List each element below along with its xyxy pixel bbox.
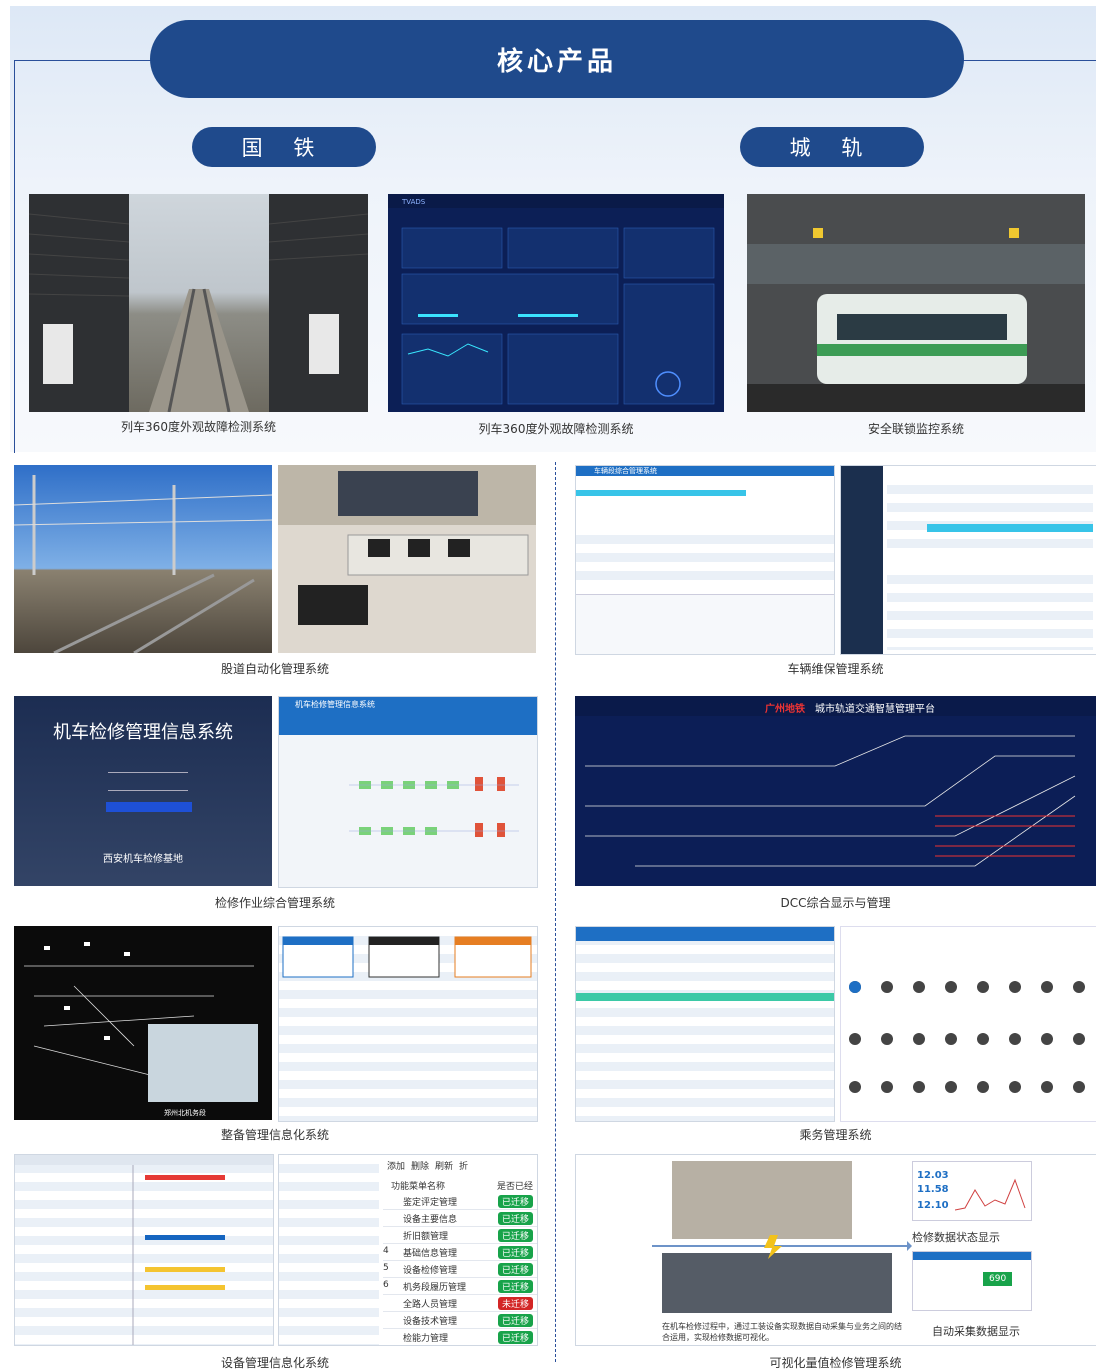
status-display-label: 检修数据状态显示 — [912, 1231, 1000, 1244]
menu-row-name: 折旧额管理 — [403, 1232, 449, 1242]
center-dashed-divider — [555, 462, 556, 1362]
add-button[interactable]: 添加 — [387, 1159, 405, 1172]
menu-row-name: 检能力管理 — [403, 1334, 449, 1344]
svg-text:TVADS: TVADS — [401, 198, 426, 206]
login-title: 机车检修管理信息系统 — [53, 722, 233, 743]
menu-row-name: 基础信息管理 — [403, 1249, 458, 1259]
right-caption-2: DCC综合显示与管理 — [780, 896, 891, 910]
base-name: 西安机车检修基地 — [103, 854, 183, 865]
menu-status-header: 是否已经 — [497, 1182, 534, 1192]
menu-row-name: 设备主要信息 — [403, 1215, 458, 1225]
menu-row-name: 机务段履历管理 — [403, 1283, 467, 1293]
equipment-menu-screen: 添加 删除 刷新 折 功能菜单名称 是否已经 鉴定评定管理 已迁移 设备主要信息 已迁… — [278, 1154, 538, 1346]
reading-3: 12.10 — [917, 1200, 949, 1211]
platform-title: 城市轨道交通智慧管理平台 — [815, 704, 935, 715]
menu-row[interactable]: 全路人员管理 未迁移 — [383, 1295, 537, 1312]
vehicle-detail-screen — [840, 465, 1096, 655]
track-photo — [14, 465, 272, 653]
menu-row-number: 4 — [383, 1246, 389, 1256]
control-room-photo — [278, 465, 536, 653]
menu-row-name: 鉴定评定管理 — [403, 1198, 458, 1208]
menu-row[interactable]: 折旧额管理 已迁移 — [383, 1227, 537, 1244]
counter-value: 690 — [983, 1272, 1013, 1286]
crew-table-screen — [575, 926, 835, 1122]
password-field[interactable] — [108, 780, 188, 791]
right-caption-1: 车辆维保管理系统 — [787, 662, 884, 676]
collapse-button[interactable]: 折 — [459, 1159, 468, 1172]
delete-button[interactable]: 删除 — [411, 1159, 429, 1172]
menu-row-status: 已迁移 — [497, 1229, 533, 1242]
menu-row-status: 已迁移 — [497, 1212, 533, 1225]
fault-detection-dashboard: TVADS — [388, 194, 724, 412]
top-caption-2: 列车360度外观故障检测系统 — [478, 422, 634, 436]
left-caption-4: 设备管理信息化系统 — [220, 1356, 329, 1370]
national-railway-tab[interactable]: 国 铁 — [192, 127, 376, 167]
menu-row-status: 已迁移 — [497, 1280, 533, 1293]
dcc-screen: 广州地铁 城市轨道交通智慧管理平台 — [575, 696, 1096, 886]
menu-name-header: 功能菜单名称 — [391, 1182, 446, 1192]
menu-toolbar: 添加 删除 刷新 折 — [387, 1159, 468, 1172]
menu-row[interactable]: 设备主要信息 已迁移 — [383, 1210, 537, 1227]
equipment-tree-screen — [14, 1154, 274, 1346]
menu-row-status: 已迁移 — [497, 1331, 533, 1344]
left-caption-3: 整备管理信息化系统 — [220, 1128, 329, 1142]
left-caption-1: 股道自动化管理系统 — [220, 662, 329, 676]
login-button[interactable] — [106, 802, 192, 812]
menu-row-status: 未迁移 — [497, 1297, 533, 1310]
vehicle-app-title: 车辆段综合管理系统 — [594, 467, 657, 475]
auto-collect-label: 自动采集数据显示 — [932, 1325, 1020, 1338]
visual-repair-panel: 12.03 11.58 12.10 检修数据状态显示 690 在机车检修过程中，… — [575, 1154, 1096, 1346]
repair-app-screen: 机车检修管理信息系统 — [278, 696, 538, 888]
core-products-title: 核心产品 — [150, 20, 964, 98]
top-caption-3: 安全联锁监控系统 — [867, 422, 964, 436]
reading-2: 11.58 — [917, 1184, 949, 1195]
servicing-table-screen — [278, 926, 538, 1122]
yard-map-screen: 郑州北机务段 — [14, 926, 272, 1120]
menu-row-status: 已迁移 — [497, 1314, 533, 1327]
menu-row[interactable]: 6 机务段履历管理 已迁移 — [383, 1278, 537, 1295]
metro-brand: 广州地铁 — [765, 704, 805, 715]
right-caption-3: 乘务管理系统 — [799, 1128, 872, 1142]
menu-row[interactable]: 检能力管理 已迁移 — [383, 1329, 537, 1345]
depot-label: 郑州北机务段 — [164, 1109, 206, 1117]
menu-row[interactable]: 4 基础信息管理 已迁移 — [383, 1244, 537, 1261]
menu-row-status: 已迁移 — [497, 1195, 533, 1208]
urban-rail-tab[interactable]: 城 轨 — [740, 127, 924, 167]
menu-row[interactable]: 鉴定评定管理 已迁移 — [383, 1193, 537, 1210]
safety-interlock-photo — [747, 194, 1085, 412]
menu-row-status: 已迁移 — [497, 1246, 533, 1259]
top-caption-1: 列车360度外观故障检测系统 — [121, 420, 276, 434]
login-screen: 机车检修管理信息系统 西安机车检修基地 — [14, 696, 272, 886]
repair-app-title: 机车检修管理信息系统 — [295, 700, 375, 709]
menu-row[interactable]: 5 设备检修管理 已迁移 — [383, 1261, 537, 1278]
menu-row-name: 设备技术管理 — [403, 1317, 458, 1327]
right-caption-4: 可视化量值检修管理系统 — [769, 1356, 902, 1370]
menu-row-name: 设备检修管理 — [403, 1266, 458, 1276]
menu-row[interactable]: 设备技术管理 已迁移 — [383, 1312, 537, 1329]
inspection-pit-photo — [29, 194, 368, 412]
menu-rows: 鉴定评定管理 已迁移 设备主要信息 已迁移 折旧额管理 已迁移 4 基础信息管理 已迁移 5 设备检… — [383, 1193, 537, 1345]
crew-profile-screen — [840, 926, 1096, 1122]
left-caption-2: 检修作业综合管理系统 — [214, 896, 335, 910]
menu-row-name: 全路人员管理 — [403, 1300, 458, 1310]
reading-1: 12.03 — [917, 1170, 949, 1181]
menu-row-status: 已迁移 — [497, 1263, 533, 1276]
visual-description: 在机车检修过程中，通过工装设备实现数据自动采集与业务之间的结合运用，实现检修数据… — [662, 1322, 902, 1342]
menu-row-number: 5 — [383, 1263, 389, 1273]
vehicle-maintenance-screen: 车辆段综合管理系统 — [575, 465, 835, 655]
username-field[interactable] — [108, 762, 188, 773]
menu-row-number: 6 — [383, 1280, 389, 1290]
refresh-button[interactable]: 刷新 — [435, 1159, 453, 1172]
